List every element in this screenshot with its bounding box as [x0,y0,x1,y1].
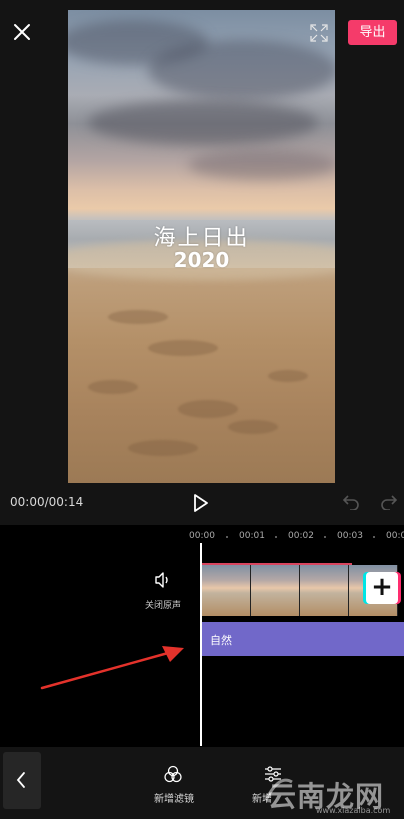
annotation-arrow [40,646,184,690]
time-display: 00:00/00:14 [10,495,84,509]
clip-thumbnail [300,565,349,616]
chevron-left-icon [16,772,25,788]
fullscreen-icon[interactable] [309,23,329,43]
ruler-tick: 00:00 [189,531,215,541]
playhead[interactable] [200,543,202,746]
ruler-dot [324,536,326,538]
watermark-url: www.xiazaiba.com [316,806,391,815]
ruler-tick: 00:0 [386,531,404,541]
filter-track-clip[interactable] [202,622,404,656]
close-icon[interactable] [10,20,34,44]
video-preview[interactable]: 海上日出 2020 [68,10,335,483]
speaker-icon[interactable] [154,572,172,588]
ruler-dot [373,536,375,538]
ruler-tick: 00:02 [288,531,314,541]
filter-clip-label: 自然 [210,634,232,647]
mute-original-audio-label[interactable]: 关闭原声 [138,598,188,611]
clip-thumbnail [251,565,300,616]
ruler-tick: 00:03 [337,531,363,541]
redo-icon[interactable] [380,494,398,510]
export-button[interactable]: 导出 [348,20,397,45]
filter-icon[interactable] [163,764,183,784]
ruler-dot [226,536,228,538]
add-clip-button[interactable]: + [366,572,398,604]
add-filter-label[interactable]: 新增滤镜 [148,790,200,805]
undo-icon[interactable] [342,494,360,510]
ruler-dot [275,536,277,538]
play-icon[interactable] [192,493,210,513]
video-year-text: 2020 [173,248,230,272]
clip-thumbnail [202,565,251,616]
ruler-tick: 00:01 [239,531,265,541]
